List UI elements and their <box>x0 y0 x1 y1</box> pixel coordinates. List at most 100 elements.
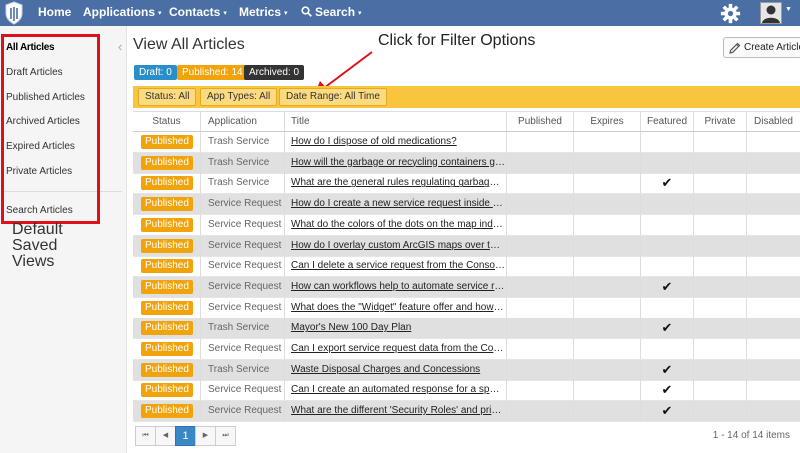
last-page-button[interactable]: ⏭ <box>215 426 236 446</box>
application-cell: Service Request <box>201 194 285 215</box>
article-title-link[interactable]: How do I overlay custom ArcGIS maps over… <box>285 236 505 256</box>
avatar[interactable] <box>760 2 782 24</box>
table-row[interactable]: Published Service Request How do I create … <box>133 194 800 216</box>
nav-metrics[interactable]: Metrics ▾ <box>239 0 288 26</box>
nav-contacts[interactable]: Contacts ▾ <box>169 0 227 26</box>
published-cell <box>507 359 574 380</box>
disabled-cell <box>747 173 800 193</box>
published-cell <box>507 276 574 297</box>
title-cell: What are the different 'Security Roles' … <box>285 401 507 422</box>
published-cell <box>507 214 574 235</box>
column-header-status[interactable]: Status <box>133 112 201 131</box>
nav-applications[interactable]: Applications ▾ <box>83 0 162 26</box>
nav-home[interactable]: Home <box>38 0 71 26</box>
table-row[interactable]: Published Trash Service Waste Disposal Cha… <box>133 359 800 381</box>
title-cell: How do I overlay custom ArcGIS maps over… <box>285 235 507 256</box>
logo-shield-icon[interactable] <box>4 1 24 25</box>
application-cell: Trash Service <box>201 152 285 173</box>
published-cell <box>507 401 574 422</box>
nav-search[interactable]: Search ▾ <box>301 0 362 26</box>
table-row[interactable]: Published Service Request Can I delete a s… <box>133 256 800 278</box>
page-title: View All Articles <box>133 36 245 53</box>
create-article-button[interactable]: Create Article <box>723 37 800 58</box>
article-title-link[interactable]: What are the general rules regulating ga… <box>285 173 505 193</box>
user-icon <box>762 5 780 23</box>
app-types-filter-button[interactable]: App Types: All <box>200 88 278 106</box>
collapse-sidebar-icon[interactable]: ‹ <box>118 39 122 54</box>
table-row[interactable]: Published Service Request What do the colo… <box>133 214 800 236</box>
table-row[interactable]: Published Service Request How can workflow… <box>133 276 800 298</box>
status-badge: Published <box>141 155 193 170</box>
status-badge: Published <box>141 279 193 294</box>
expires-cell <box>574 235 641 256</box>
column-header-disabled[interactable]: Disabled <box>747 112 800 131</box>
expires-cell <box>574 214 641 235</box>
table-row[interactable]: Published Service Request Can I create an … <box>133 380 800 402</box>
disabled-cell <box>747 298 800 318</box>
private-cell <box>694 297 747 318</box>
page-1-button[interactable]: 1 <box>175 426 196 446</box>
column-header-application[interactable]: Application <box>201 112 285 131</box>
expires-cell <box>574 339 641 359</box>
status-cell: Published <box>133 173 201 194</box>
table-header: Status Application Title Published Expir… <box>133 111 800 132</box>
pagination-info: 1 - 14 of 14 items <box>712 430 790 441</box>
column-header-published[interactable]: Published <box>507 112 574 131</box>
table-row[interactable]: Published Trash Service How will the garba… <box>133 152 800 174</box>
first-page-button[interactable]: ⏮ <box>135 426 156 446</box>
article-title-link[interactable]: Waste Disposal Charges and Concessions <box>285 360 505 380</box>
table-row[interactable]: Published Trash Service Mayor's New 100 Da… <box>133 318 800 340</box>
private-cell <box>694 359 747 380</box>
published-cell <box>507 339 574 359</box>
checkmark-icon: ✔ <box>661 278 673 294</box>
column-header-expires[interactable]: Expires <box>574 112 641 131</box>
date-range-filter-button[interactable]: Date Range: All Time <box>279 88 387 106</box>
article-title-link[interactable]: Can I export service request data from t… <box>285 339 505 359</box>
article-title-link[interactable]: What do the colors of the dots on the ma… <box>285 215 505 235</box>
column-header-title[interactable]: Title <box>285 112 507 131</box>
article-title-link[interactable]: How will the garbage or recycling contai… <box>285 153 505 173</box>
column-header-featured[interactable]: Featured <box>641 112 694 131</box>
article-title-link[interactable]: Can I create an automated response for a… <box>285 380 505 400</box>
featured-cell <box>641 152 694 173</box>
table-row[interactable]: Published Service Request What does the "W… <box>133 297 800 319</box>
status-cell: Published <box>133 194 201 215</box>
article-title-link[interactable]: How do I create a new service request in… <box>285 194 505 214</box>
prev-page-button[interactable]: ◀ <box>155 426 176 446</box>
article-title-link[interactable]: How do I dispose of old medications? <box>285 132 505 152</box>
published-cell <box>507 194 574 215</box>
title-cell: Can I export service request data from t… <box>285 339 507 359</box>
status-badge: Published <box>141 217 193 232</box>
table-row[interactable]: Published Service Request How do I overlay… <box>133 235 800 257</box>
next-page-button[interactable]: ▶ <box>195 426 216 446</box>
application-cell: Trash Service <box>201 132 285 152</box>
checkmark-icon: ✔ <box>661 175 673 191</box>
published-count-badge[interactable]: Published: 14 <box>177 65 248 80</box>
title-cell: What are the general rules regulating ga… <box>285 173 507 194</box>
article-title-link[interactable]: What does the "Widget" feature offer and… <box>285 298 505 318</box>
archived-count-badge[interactable]: Archived: 0 <box>244 65 305 80</box>
expires-cell <box>574 276 641 297</box>
draft-count-badge[interactable]: Draft: 0 <box>134 65 177 80</box>
disabled-cell <box>747 339 800 359</box>
article-title-link[interactable]: How can workflows help to automate servi… <box>285 277 505 297</box>
pencil-icon <box>729 42 741 54</box>
table-row[interactable]: Published Service Request Can I export ser… <box>133 339 800 360</box>
table-row[interactable]: Published Trash Service How do I dispose o… <box>133 132 800 153</box>
article-title-link[interactable]: What are the different 'Security Roles' … <box>285 401 505 421</box>
status-cell: Published <box>133 256 201 277</box>
status-filter-button[interactable]: Status: All <box>138 88 197 106</box>
status-cell: Published <box>133 318 201 339</box>
annotation-highlight-box <box>1 34 100 224</box>
table-row[interactable]: Published Trash Service What are the gener… <box>133 173 800 195</box>
column-header-private[interactable]: Private <box>694 112 747 131</box>
annotation-line: Views <box>12 253 55 270</box>
featured-cell: ✔ <box>641 401 694 422</box>
gear-icon[interactable] <box>720 3 741 24</box>
table-row[interactable]: Published Service Request What are the dif… <box>133 401 800 423</box>
annotation-filter-options: Click for Filter Options <box>378 32 536 49</box>
article-title-link[interactable]: Mayor's New 100 Day Plan <box>285 318 505 338</box>
article-title-link[interactable]: Can I delete a service request from the … <box>285 256 505 276</box>
status-cell: Published <box>133 152 201 173</box>
expires-cell <box>574 194 641 215</box>
